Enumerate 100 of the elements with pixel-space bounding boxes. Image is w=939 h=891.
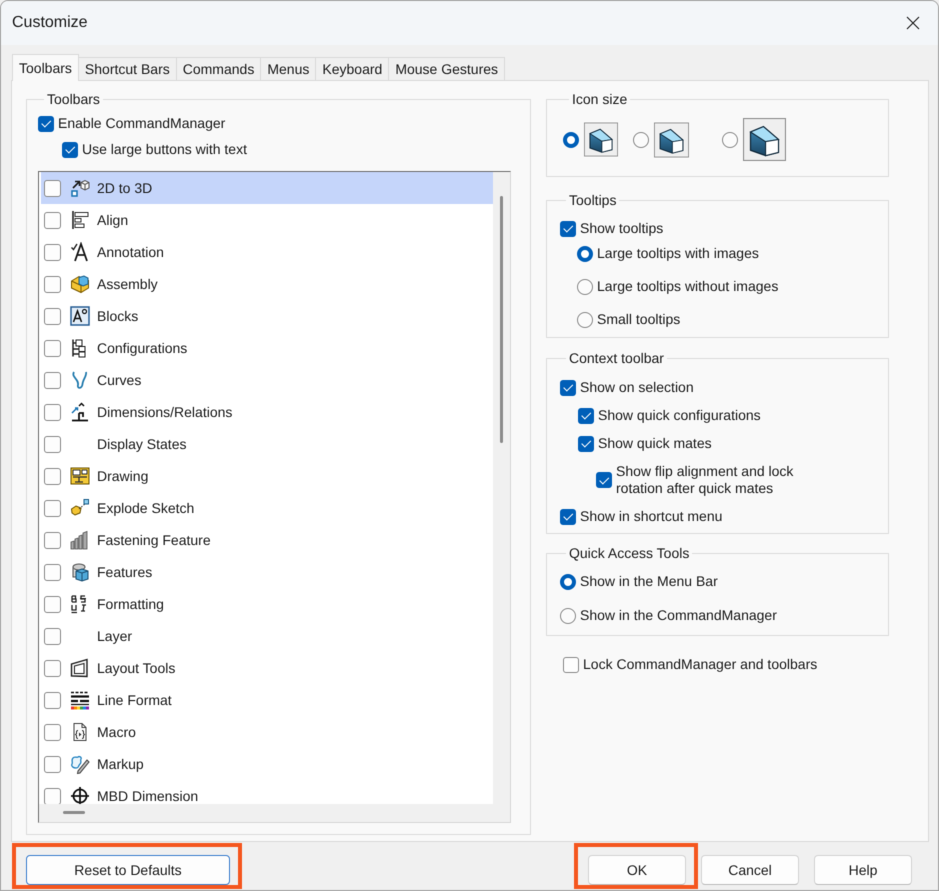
checkbox[interactable] xyxy=(563,656,579,672)
group-title: Toolbars xyxy=(46,91,101,107)
tab[interactable]: Toolbars xyxy=(12,54,79,81)
cancel-button[interactable]: Cancel xyxy=(701,855,799,885)
checkbox[interactable] xyxy=(44,532,61,548)
list-item[interactable]: Markup xyxy=(41,748,493,780)
fastener-icon xyxy=(70,530,90,550)
radio-label: Small tooltips xyxy=(597,311,680,328)
reset-button[interactable]: Reset to Defaults xyxy=(26,855,230,885)
list-item[interactable]: Blocks xyxy=(41,300,493,332)
feature-cube-icon xyxy=(70,562,90,582)
checkbox[interactable] xyxy=(560,508,576,524)
checkbox[interactable] xyxy=(44,692,61,708)
checkbox[interactable] xyxy=(44,628,61,644)
list-item[interactable]: Layout Tools xyxy=(41,652,493,684)
checkbox[interactable] xyxy=(44,436,61,452)
checkbox[interactable] xyxy=(44,468,61,484)
list-item[interactable]: Fastening Feature xyxy=(41,524,493,556)
list-item[interactable]: Features xyxy=(41,556,493,588)
list-item[interactable]: Assembly xyxy=(41,268,493,300)
list-item[interactable]: Line Format xyxy=(41,684,493,716)
dimension-icon xyxy=(70,402,90,422)
checkbox[interactable] xyxy=(44,724,61,740)
radio-button[interactable] xyxy=(577,312,593,328)
frame-icon xyxy=(70,658,90,678)
list-item[interactable]: Formatting xyxy=(41,588,493,620)
explode-icon xyxy=(70,498,90,518)
curve-icon xyxy=(70,370,90,390)
checkbox-label: Enable CommandManager xyxy=(58,115,226,132)
list-item[interactable]: Layer xyxy=(41,620,493,652)
radio-button[interactable] xyxy=(563,132,579,148)
list-item[interactable]: Explode Sketch xyxy=(41,492,493,524)
arrow-cube-icon xyxy=(70,178,90,198)
block-icon xyxy=(70,306,90,326)
radio-button[interactable] xyxy=(633,132,649,148)
checkbox[interactable] xyxy=(44,276,61,292)
list-item[interactable]: Drawing xyxy=(41,460,493,492)
checkbox[interactable] xyxy=(44,212,61,228)
checkbox-label: Show on selection xyxy=(580,379,694,396)
group-title: Icon size xyxy=(571,91,628,107)
vertical-scrollbar-thumb[interactable] xyxy=(500,196,503,443)
checkbox-label: Use large buttons with text xyxy=(82,141,247,158)
list-item[interactable]: Macro xyxy=(41,716,493,748)
window-title: Customize xyxy=(12,14,89,32)
radio-button[interactable] xyxy=(577,246,593,262)
pen-icon xyxy=(70,754,90,774)
list-item[interactable]: Align xyxy=(41,204,493,236)
checkbox[interactable] xyxy=(560,220,576,236)
list-item[interactable]: Curves xyxy=(41,364,493,396)
radio-button[interactable] xyxy=(577,278,593,294)
group-title: Tooltips xyxy=(568,192,618,208)
checkbox[interactable] xyxy=(44,308,61,324)
checkbox[interactable] xyxy=(44,596,61,612)
checkbox-label: Show tooltips xyxy=(580,220,664,237)
tab[interactable]: Keyboard xyxy=(315,57,390,80)
letter-a-icon xyxy=(70,242,90,262)
radio-label: Show in the Menu Bar xyxy=(580,573,718,590)
checkbox-label: Show in shortcut menu xyxy=(580,508,722,525)
horizontal-scrollbar-thumb[interactable] xyxy=(63,811,85,814)
cube-icon xyxy=(743,118,786,161)
checkbox[interactable] xyxy=(44,372,61,388)
list-item[interactable]: Dimensions/Relations xyxy=(41,396,493,428)
checkbox[interactable] xyxy=(560,380,576,396)
checkbox[interactable] xyxy=(44,756,61,772)
checkbox[interactable] xyxy=(44,660,61,676)
align-left-icon xyxy=(70,210,90,230)
drawing-sheet-icon xyxy=(70,466,90,486)
tab[interactable]: Mouse Gestures xyxy=(388,57,506,80)
checkbox[interactable] xyxy=(44,244,61,260)
ok-button[interactable]: OK xyxy=(588,855,686,885)
checkbox[interactable] xyxy=(44,788,61,804)
radio-button[interactable] xyxy=(560,574,576,590)
checkbox[interactable] xyxy=(44,404,61,420)
checkbox[interactable] xyxy=(62,142,78,158)
radio-button[interactable] xyxy=(560,608,576,624)
radio-label: Show in the CommandManager xyxy=(580,607,777,624)
checkbox[interactable] xyxy=(578,408,594,424)
checkbox[interactable] xyxy=(44,340,61,356)
checkbox-label: Show flip alignment and lock rotation after quick mates xyxy=(616,463,794,497)
help-button[interactable]: Help xyxy=(814,855,912,885)
list-item[interactable]: 2D to 3D xyxy=(41,172,493,204)
group-title: Quick Access Tools xyxy=(568,545,690,561)
checkbox[interactable] xyxy=(596,472,612,488)
checkbox[interactable] xyxy=(578,436,594,452)
checkbox[interactable] xyxy=(44,500,61,516)
checkbox[interactable] xyxy=(44,180,61,196)
radio-label: Large tooltips without images xyxy=(597,278,778,295)
line-style-icon xyxy=(70,690,90,710)
list-item[interactable]: Configurations xyxy=(41,332,493,364)
list-item[interactable]: MBD Dimension xyxy=(41,780,493,804)
close-icon[interactable] xyxy=(906,16,920,30)
radio-label: Large tooltips with images xyxy=(597,245,759,262)
list-item[interactable]: Annotation xyxy=(41,236,493,268)
radio-button[interactable] xyxy=(722,132,738,148)
group-title: Context toolbar xyxy=(568,350,665,366)
checkbox-label: Show quick mates xyxy=(598,435,712,452)
checkbox[interactable] xyxy=(44,564,61,580)
list-item[interactable]: Display States xyxy=(41,428,493,460)
checkbox[interactable] xyxy=(38,116,54,132)
cube-icon xyxy=(654,122,689,158)
